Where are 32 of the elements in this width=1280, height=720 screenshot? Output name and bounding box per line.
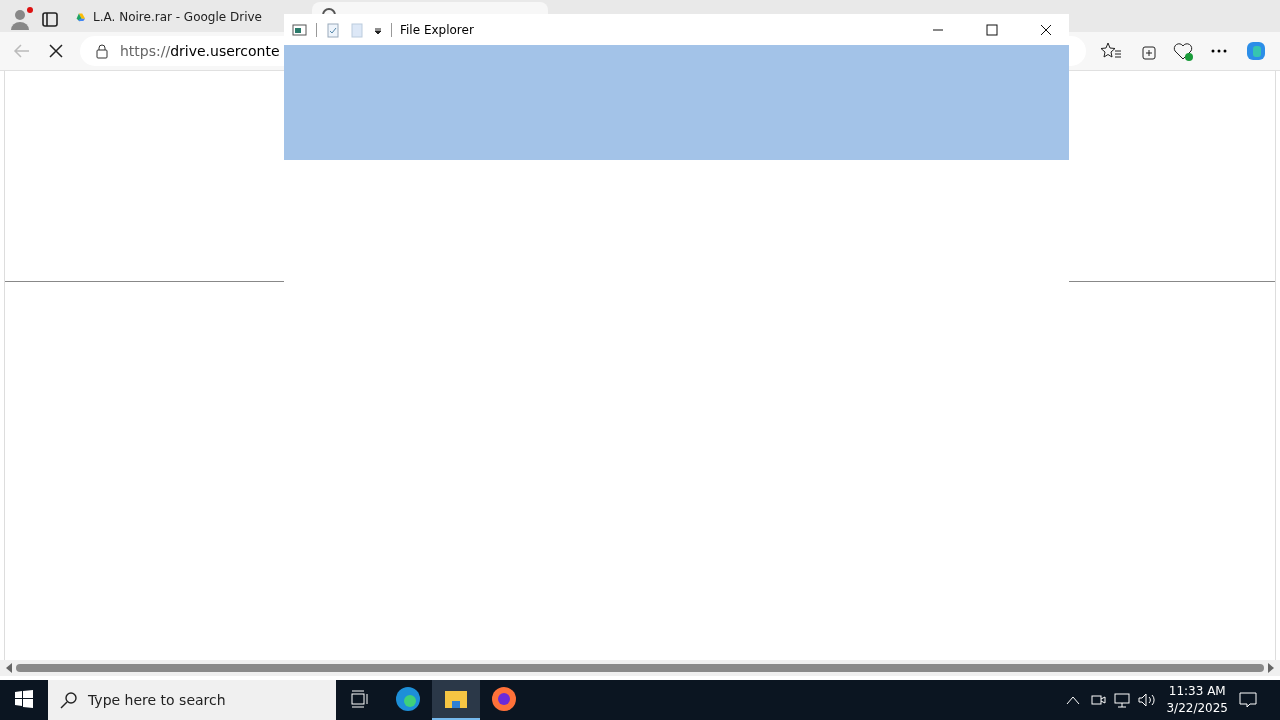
volume-icon[interactable] xyxy=(1138,692,1157,708)
chevron-up-icon[interactable] xyxy=(1066,695,1081,705)
search-icon xyxy=(60,691,78,709)
loading-icon xyxy=(322,8,336,15)
maximize-icon xyxy=(986,23,998,36)
network-icon[interactable] xyxy=(1114,692,1131,708)
firefox-icon xyxy=(491,686,517,712)
close-icon xyxy=(1040,23,1052,36)
health-icon[interactable] xyxy=(1172,40,1194,62)
folder-icon xyxy=(444,689,468,709)
time-text: 11:33 AM xyxy=(1168,683,1226,700)
profile-icon[interactable] xyxy=(8,6,34,32)
search-placeholder: Type here to search xyxy=(88,692,226,708)
taskbar-app[interactable] xyxy=(432,680,480,720)
date-text: 3/22/2025 xyxy=(1166,700,1228,717)
windows-icon xyxy=(15,690,33,708)
url-text: https://drive.userconte xyxy=(120,43,280,59)
edge-icon xyxy=(395,686,421,712)
clock[interactable]: 11:33 AM 3/22/2025 xyxy=(1166,683,1228,717)
window-title: File Explorer xyxy=(400,22,474,37)
task-view-icon xyxy=(350,689,370,709)
scroll-right-icon[interactable] xyxy=(1268,663,1274,673)
tab-title: L.A. Noire.rar - Google Drive xyxy=(93,10,262,24)
camera-icon[interactable] xyxy=(1090,692,1107,708)
taskbar-search[interactable]: Type here to search xyxy=(48,680,336,720)
scrollbar-thumb[interactable] xyxy=(16,664,1264,672)
browser-tab[interactable]: L.A. Noire.rar - Google Drive xyxy=(66,2,272,32)
lock-icon xyxy=(94,43,110,59)
copilot-icon[interactable] xyxy=(1244,39,1268,63)
window-icon xyxy=(292,21,308,38)
notifications-icon[interactable] xyxy=(1238,690,1258,710)
scroll-left-icon[interactable] xyxy=(6,663,12,673)
